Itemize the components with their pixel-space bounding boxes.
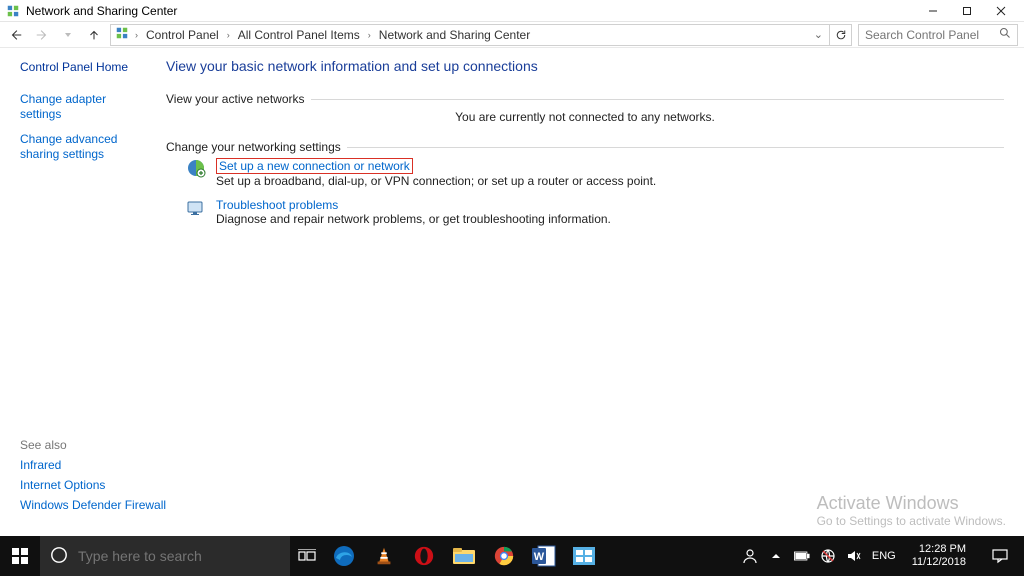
start-button[interactable]: [0, 536, 40, 576]
minimize-button[interactable]: [916, 0, 950, 22]
troubleshoot-icon: [186, 198, 206, 218]
no-network-message: You are currently not connected to any n…: [166, 110, 1004, 124]
search-input[interactable]: [865, 28, 985, 42]
task-setup-connection[interactable]: Set up a new connection or network Set u…: [186, 158, 1004, 188]
chevron-right-icon[interactable]: ›: [133, 30, 140, 40]
taskbar-app-explorer[interactable]: [444, 536, 484, 576]
change-adapter-settings-link[interactable]: Change adapter settings: [20, 92, 150, 122]
clock-time: 12:28 PM: [912, 543, 966, 556]
activate-title: Activate Windows: [817, 493, 1006, 514]
activate-subtitle: Go to Settings to activate Windows.: [817, 514, 1006, 528]
recent-dropdown-button[interactable]: [58, 25, 78, 45]
close-button[interactable]: [984, 0, 1018, 22]
breadcrumb-icon: [115, 26, 129, 43]
chevron-right-icon[interactable]: ›: [225, 30, 232, 40]
setup-connection-link[interactable]: Set up a new connection or network: [219, 159, 410, 173]
window-title: Network and Sharing Center: [26, 4, 177, 18]
see-also-infrared[interactable]: Infrared: [20, 458, 166, 472]
breadcrumb[interactable]: › Control Panel › All Control Panel Item…: [110, 24, 830, 46]
chevron-down-icon[interactable]: ⌄: [812, 28, 825, 41]
see-also-firewall[interactable]: Windows Defender Firewall: [20, 498, 166, 512]
section-change-settings: Change your networking settings: [166, 140, 341, 154]
network-icon[interactable]: [820, 548, 836, 564]
setup-connection-desc: Set up a broadband, dial-up, or VPN conn…: [216, 174, 656, 188]
forward-button[interactable]: [32, 25, 52, 45]
chevron-right-icon[interactable]: ›: [366, 30, 373, 40]
address-bar: › Control Panel › All Control Panel Item…: [0, 22, 1024, 48]
system-tray: ENG 12:28 PM 11/12/2018: [736, 536, 1024, 576]
see-also-section: See also Infrared Internet Options Windo…: [20, 438, 166, 518]
volume-icon[interactable]: [846, 548, 862, 564]
up-button[interactable]: [84, 25, 104, 45]
taskbar-app-chrome[interactable]: [484, 536, 524, 576]
clock-date: 11/12/2018: [912, 556, 966, 569]
battery-icon[interactable]: [794, 548, 810, 564]
breadcrumb-all-items[interactable]: All Control Panel Items: [236, 28, 362, 42]
see-also-header: See also: [20, 438, 166, 452]
window-titlebar: Network and Sharing Center: [0, 0, 1024, 22]
taskbar-app-word[interactable]: W: [524, 536, 564, 576]
task-view-button[interactable]: [290, 536, 324, 576]
taskbar-app-vlc[interactable]: [364, 536, 404, 576]
svg-text:W: W: [534, 551, 545, 563]
troubleshoot-desc: Diagnose and repair network problems, or…: [216, 212, 611, 226]
cortana-icon: [50, 546, 68, 567]
taskbar-app-edge[interactable]: [324, 536, 364, 576]
highlight-box: Set up a new connection or network: [216, 158, 413, 174]
back-button[interactable]: [6, 25, 26, 45]
network-center-icon: [6, 4, 20, 18]
action-center-button[interactable]: [982, 536, 1018, 576]
search-box[interactable]: [858, 24, 1018, 46]
see-also-internet-options[interactable]: Internet Options: [20, 478, 166, 492]
taskbar-app-opera[interactable]: [404, 536, 444, 576]
taskbar-search[interactable]: [40, 536, 290, 576]
setup-connection-icon: [186, 158, 206, 178]
page-heading: View your basic network information and …: [166, 58, 1004, 74]
control-panel-home-link[interactable]: Control Panel Home: [20, 60, 150, 74]
task-troubleshoot[interactable]: Troubleshoot problems Diagnose and repai…: [186, 198, 1004, 226]
search-icon[interactable]: [999, 27, 1011, 42]
taskbar: W ENG 12:28 PM 11/12/2018: [0, 536, 1024, 576]
divider: [311, 99, 1004, 100]
refresh-button[interactable]: [830, 24, 852, 46]
divider: [347, 147, 1004, 148]
maximize-button[interactable]: [950, 0, 984, 22]
troubleshoot-link[interactable]: Troubleshoot problems: [216, 198, 611, 212]
taskbar-app-settings[interactable]: [564, 536, 604, 576]
main-content: View your basic network information and …: [160, 48, 1024, 536]
clock[interactable]: 12:28 PM 11/12/2018: [906, 543, 972, 569]
breadcrumb-network-center[interactable]: Network and Sharing Center: [377, 28, 532, 42]
people-icon[interactable]: [742, 548, 758, 564]
language-indicator[interactable]: ENG: [872, 550, 896, 562]
change-advanced-sharing-link[interactable]: Change advanced sharing settings: [20, 132, 150, 162]
taskbar-search-input[interactable]: [78, 548, 258, 564]
section-active-networks: View your active networks: [166, 92, 305, 106]
activate-windows-watermark: Activate Windows Go to Settings to activ…: [817, 493, 1006, 528]
tray-expand-icon[interactable]: [768, 548, 784, 564]
breadcrumb-control-panel[interactable]: Control Panel: [144, 28, 221, 42]
